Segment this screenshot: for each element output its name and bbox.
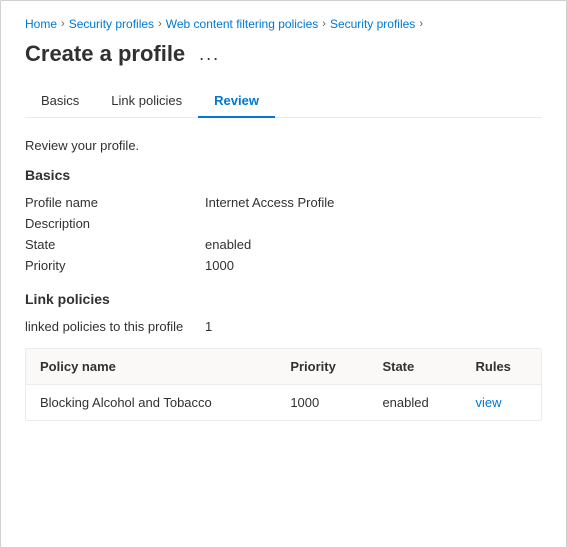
cell-priority: 1000	[276, 385, 368, 421]
linked-label: linked policies to this profile	[25, 319, 205, 334]
breadcrumb-security-profiles-2[interactable]: Security profiles	[330, 17, 415, 31]
breadcrumb-web-content[interactable]: Web content filtering policies	[166, 17, 319, 31]
field-state: State enabled	[25, 237, 542, 252]
field-label-profile-name: Profile name	[25, 195, 205, 210]
basics-heading: Basics	[25, 167, 542, 183]
cell-state: enabled	[368, 385, 461, 421]
breadcrumb-sep-4: ›	[419, 18, 423, 30]
tab-link-policies[interactable]: Link policies	[95, 85, 198, 118]
table-header-row: Policy name Priority State Rules	[26, 349, 541, 385]
breadcrumb-home[interactable]: Home	[25, 17, 57, 31]
linked-value: 1	[205, 319, 212, 334]
field-label-state: State	[25, 237, 205, 252]
field-label-priority: Priority	[25, 258, 205, 273]
page-window: Home › Security profiles › Web content f…	[0, 0, 567, 548]
breadcrumb: Home › Security profiles › Web content f…	[25, 17, 542, 31]
linked-policies-row: linked policies to this profile 1	[25, 319, 542, 334]
col-header-policy-name: Policy name	[26, 349, 276, 385]
table-row: Blocking Alcohol and Tobacco 1000 enable…	[26, 385, 541, 421]
field-profile-name: Profile name Internet Access Profile	[25, 195, 542, 210]
field-label-description: Description	[25, 216, 205, 231]
tab-review[interactable]: Review	[198, 85, 275, 118]
col-header-priority: Priority	[276, 349, 368, 385]
link-policies-heading: Link policies	[25, 291, 542, 307]
tab-basics[interactable]: Basics	[25, 85, 95, 118]
more-options-button[interactable]: ...	[195, 42, 224, 67]
field-value-priority: 1000	[205, 258, 234, 273]
field-description: Description	[25, 216, 542, 231]
field-priority: Priority 1000	[25, 258, 542, 273]
breadcrumb-sep-1: ›	[61, 18, 65, 30]
cell-policy-name: Blocking Alcohol and Tobacco	[26, 385, 276, 421]
page-header: Create a profile ...	[25, 41, 542, 67]
cell-rules-link[interactable]: view	[462, 385, 541, 421]
tabs-container: Basics Link policies Review	[25, 85, 542, 118]
policies-table: Policy name Priority State Rules Blockin…	[26, 349, 541, 420]
policies-table-container: Policy name Priority State Rules Blockin…	[25, 348, 542, 421]
breadcrumb-security-profiles-1[interactable]: Security profiles	[69, 17, 154, 31]
page-title: Create a profile	[25, 41, 185, 67]
breadcrumb-sep-3: ›	[322, 18, 326, 30]
col-header-rules: Rules	[462, 349, 541, 385]
link-policies-section: Link policies linked policies to this pr…	[25, 291, 542, 421]
col-header-state: State	[368, 349, 461, 385]
review-section: Review your profile. Basics Profile name…	[25, 138, 542, 421]
field-value-state: enabled	[205, 237, 251, 252]
field-value-profile-name: Internet Access Profile	[205, 195, 334, 210]
breadcrumb-sep-2: ›	[158, 18, 162, 30]
review-intro: Review your profile.	[25, 138, 542, 153]
